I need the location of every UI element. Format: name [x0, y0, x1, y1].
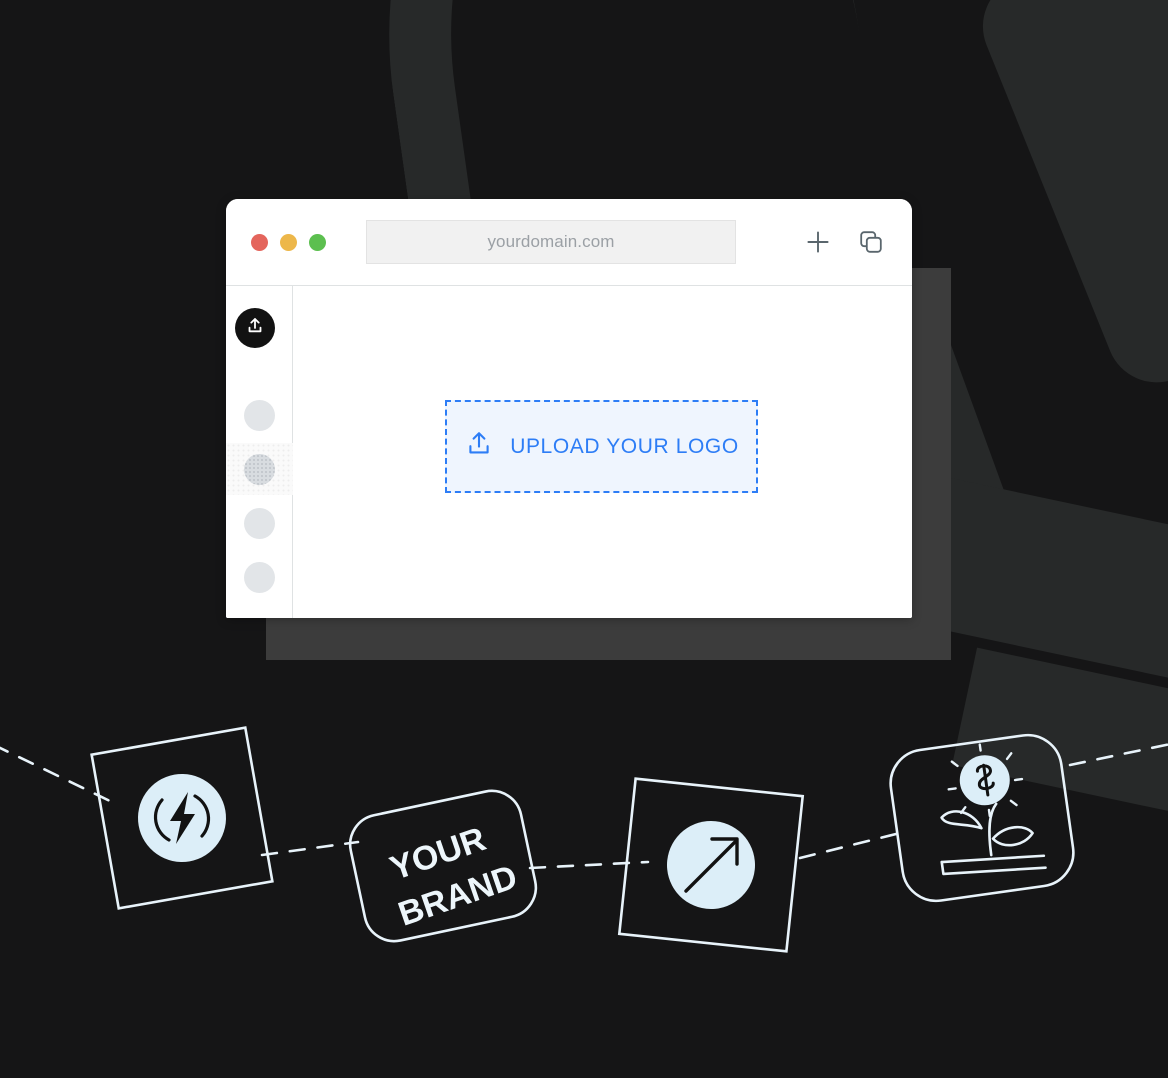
growth-card [617, 777, 805, 953]
browser-viewport: UPLOAD YOUR LOGO [226, 285, 912, 618]
sidebar-item-1[interactable] [226, 389, 293, 441]
sidebar-item-thumbnail [244, 399, 275, 431]
energy-card [90, 726, 274, 910]
sidebar-item-2[interactable] [226, 443, 293, 495]
plus-icon[interactable] [805, 229, 831, 255]
sidebar-item-thumbnail [244, 561, 275, 593]
browser-toolbar: yourdomain.com [226, 199, 912, 285]
editor-canvas: UPLOAD YOUR LOGO [293, 286, 912, 618]
brand-journey-illustration: YOUR BRAND [0, 726, 1168, 953]
sidebar-item-3[interactable] [226, 497, 293, 549]
sidebar-item-thumbnail [244, 507, 275, 539]
address-bar-text: yourdomain.com [487, 232, 615, 251]
close-window-button[interactable] [251, 233, 268, 251]
background-card-shape [967, 0, 1168, 398]
revenue-card [889, 733, 1075, 903]
background-band-shape-1 [918, 477, 1168, 713]
logo-upload-dropzone[interactable]: UPLOAD YOUR LOGO [445, 400, 758, 493]
money-plant-icon [940, 743, 1047, 876]
sidebar-item-4[interactable] [226, 551, 293, 603]
sidebar-upload-button[interactable] [235, 308, 275, 348]
copy-icon[interactable] [858, 229, 884, 255]
sidebar-item-thumbnail [244, 453, 275, 485]
app-sidebar [226, 286, 293, 618]
upload-icon [464, 429, 494, 464]
browser-action-group [805, 229, 884, 255]
dropzone-label: UPLOAD YOUR LOGO [510, 434, 739, 458]
page-root: yourdomain.com UPLOAD YOUR LOGO YOUR BRA… [0, 0, 1168, 1078]
browser-window: yourdomain.com UPLOAD YOUR LOGO [226, 199, 912, 618]
window-controls [251, 233, 326, 251]
address-bar[interactable]: yourdomain.com [366, 220, 736, 264]
brand-card: YOUR BRAND [348, 789, 538, 943]
maximize-window-button[interactable] [309, 233, 326, 251]
upload-icon [245, 316, 265, 341]
minimize-window-button[interactable] [280, 233, 297, 251]
